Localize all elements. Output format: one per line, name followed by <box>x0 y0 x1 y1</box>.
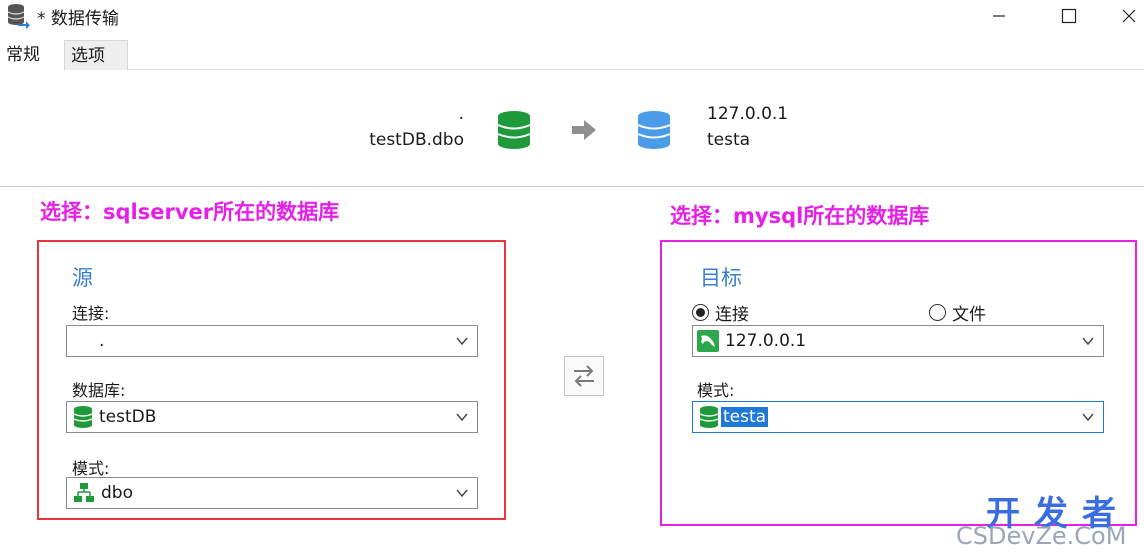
swap-arrows-icon <box>572 365 596 387</box>
radio-connection-indicator <box>692 304 709 321</box>
close-icon <box>1122 9 1136 23</box>
maximize-button[interactable] <box>1046 0 1092 32</box>
green-database-icon <box>496 110 532 154</box>
watermark-en: CSDevZe.CoM <box>956 522 1127 550</box>
summary-source-name: testDB.dbo <box>369 130 464 150</box>
minimize-button[interactable] <box>976 0 1022 32</box>
maximize-icon <box>1061 8 1077 24</box>
blue-database-icon <box>636 110 672 154</box>
source-title: 源 <box>72 266 93 290</box>
source-database-select[interactable]: testDB <box>66 401 478 433</box>
source-connection-label: 连接: <box>72 304 110 323</box>
mysql-dolphin-icon <box>697 330 719 352</box>
tab-divider <box>128 69 1144 70</box>
radio-connection-label: 连接 <box>715 305 749 325</box>
chevron-down-icon <box>1082 413 1094 422</box>
target-schema-value: testa <box>721 407 769 427</box>
target-schema-select[interactable]: testa <box>692 401 1104 433</box>
target-schema-label: 模式: <box>697 381 735 400</box>
source-schema-value: dbo <box>101 483 133 503</box>
summary-source-host: . <box>458 104 464 124</box>
annotation-source: 选择：sqlserver所在的数据库 <box>40 200 340 224</box>
source-database-label: 数据库: <box>72 381 126 400</box>
summary-target-host: 127.0.0.1 <box>707 104 789 124</box>
source-connection-select[interactable]: . <box>66 325 478 357</box>
annotation-target: 选择：mysql所在的数据库 <box>670 204 930 228</box>
radio-file[interactable]: 文件 <box>929 300 986 325</box>
radio-file-label: 文件 <box>952 305 986 325</box>
title-bar: * 数据传输 <box>0 0 1144 34</box>
radio-connection[interactable]: 连接 <box>692 300 749 325</box>
chevron-down-icon <box>456 337 468 346</box>
source-connection-value: . <box>99 331 105 351</box>
chevron-down-icon <box>1082 337 1094 346</box>
target-connection-value: 127.0.0.1 <box>725 331 807 351</box>
header-divider <box>0 186 1144 187</box>
close-button[interactable] <box>1114 0 1144 32</box>
database-transfer-icon <box>6 3 30 29</box>
source-schema-label: 模式: <box>72 459 110 478</box>
schema-tree-icon <box>73 482 95 504</box>
tab-general[interactable]: 常规 <box>0 40 64 70</box>
target-title: 目标 <box>700 266 742 290</box>
target-connection-select[interactable]: 127.0.0.1 <box>692 325 1104 357</box>
right-arrow-icon <box>571 118 597 146</box>
green-database-icon <box>699 406 719 428</box>
chevron-down-icon <box>456 489 468 498</box>
tab-options[interactable]: 选项 <box>64 40 128 70</box>
radio-file-indicator <box>929 304 946 321</box>
swap-button[interactable] <box>564 356 604 396</box>
source-schema-select[interactable]: dbo <box>66 477 478 509</box>
chevron-down-icon <box>456 413 468 422</box>
green-database-icon <box>73 406 93 428</box>
minimize-icon <box>993 15 1005 17</box>
summary-target-name: testa <box>707 130 751 150</box>
source-database-value: testDB <box>99 407 157 427</box>
window-title: * 数据传输 <box>37 9 119 29</box>
